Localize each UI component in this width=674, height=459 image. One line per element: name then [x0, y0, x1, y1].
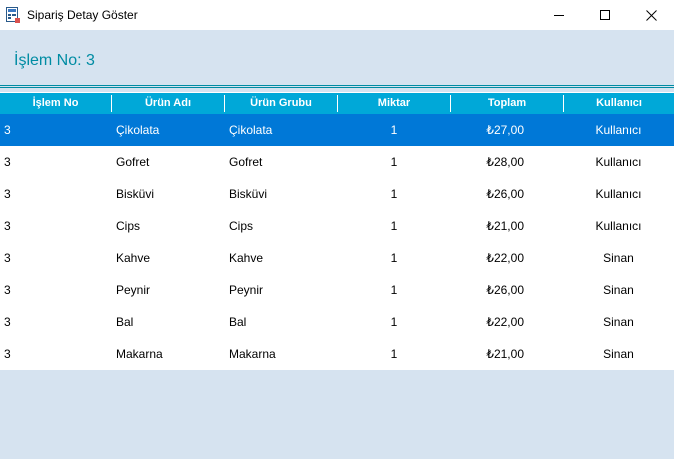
column-header-kullanici[interactable]: Kullanıcı	[564, 93, 674, 114]
title-bar: Sipariş Detay Göster	[0, 0, 674, 30]
cell-islem-no[interactable]: 3	[4, 274, 11, 306]
column-header-urun-grubu[interactable]: Ürün Grubu	[225, 93, 337, 114]
column-header-urun-adi[interactable]: Ürün Adı	[112, 93, 224, 114]
cell-kullanici[interactable]: Sinan	[563, 338, 674, 370]
maximize-button[interactable]	[582, 0, 628, 30]
cell-toplam[interactable]: ₺21,00	[450, 210, 524, 242]
cell-miktar[interactable]: 1	[338, 338, 450, 370]
form-icon	[6, 7, 20, 23]
cell-islem-no[interactable]: 3	[4, 210, 11, 242]
order-detail-grid[interactable]: İşlem No Ürün Adı Ürün Grubu Miktar Topl…	[0, 92, 674, 370]
divider-line	[0, 85, 674, 86]
cell-kullanici[interactable]: Sinan	[563, 306, 674, 338]
close-button[interactable]	[628, 0, 674, 30]
cell-miktar[interactable]: 1	[338, 242, 450, 274]
table-row[interactable]: 3 Bisküvi Bisküvi 1 ₺26,00 Kullanıcı	[0, 178, 674, 210]
table-row[interactable]: 3 Makarna Makarna 1 ₺21,00 Sinan	[0, 338, 674, 370]
table-row[interactable]: 3 Gofret Gofret 1 ₺28,00 Kullanıcı	[0, 146, 674, 178]
cell-urun-grubu[interactable]: Gofret	[229, 146, 262, 178]
column-header-islem-no[interactable]: İşlem No	[0, 93, 111, 114]
table-row[interactable]: 3 Peynir Peynir 1 ₺26,00 Sinan	[0, 274, 674, 306]
cell-urun-grubu[interactable]: Bal	[229, 306, 246, 338]
cell-miktar[interactable]: 1	[338, 306, 450, 338]
cell-urun-grubu[interactable]: Cips	[229, 210, 253, 242]
cell-islem-no[interactable]: 3	[4, 178, 11, 210]
cell-kullanici[interactable]: Kullanıcı	[563, 146, 674, 178]
cell-miktar[interactable]: 1	[338, 146, 450, 178]
cell-toplam[interactable]: ₺22,00	[450, 242, 524, 274]
close-icon	[645, 9, 657, 21]
cell-islem-no[interactable]: 3	[4, 114, 11, 146]
column-header-toplam[interactable]: Toplam	[451, 93, 563, 114]
cell-urun-adi[interactable]: Bal	[116, 306, 133, 338]
cell-miktar[interactable]: 1	[338, 210, 450, 242]
cell-urun-adi[interactable]: Peynir	[116, 274, 150, 306]
table-row[interactable]: 3 Cips Cips 1 ₺21,00 Kullanıcı	[0, 210, 674, 242]
divider-line	[0, 87, 674, 88]
cell-kullanici[interactable]: Kullanıcı	[563, 210, 674, 242]
table-row[interactable]: 3 Kahve Kahve 1 ₺22,00 Sinan	[0, 242, 674, 274]
maximize-icon	[600, 10, 610, 20]
cell-urun-adi[interactable]: Kahve	[116, 242, 150, 274]
table-row[interactable]: 3 Bal Bal 1 ₺22,00 Sinan	[0, 306, 674, 338]
cell-toplam[interactable]: ₺26,00	[450, 178, 524, 210]
cell-islem-no[interactable]: 3	[4, 146, 11, 178]
window-title: Sipariş Detay Göster	[27, 8, 138, 22]
cell-urun-grubu[interactable]: Bisküvi	[229, 178, 267, 210]
cell-urun-grubu[interactable]: Çikolata	[229, 114, 272, 146]
cell-urun-adi[interactable]: Bisküvi	[116, 178, 154, 210]
cell-toplam[interactable]: ₺28,00	[450, 146, 524, 178]
cell-islem-no[interactable]: 3	[4, 306, 11, 338]
cell-miktar[interactable]: 1	[338, 274, 450, 306]
cell-urun-grubu[interactable]: Kahve	[229, 242, 263, 274]
cell-kullanici[interactable]: Sinan	[563, 242, 674, 274]
cell-urun-grubu[interactable]: Makarna	[229, 338, 276, 370]
cell-miktar[interactable]: 1	[338, 178, 450, 210]
table-row[interactable]: 3 Çikolata Çikolata 1 ₺27,00 Kullanıcı	[0, 114, 674, 146]
form-body: İşlem No: 3 İşlem No Ürün Adı Ürün Grubu…	[0, 30, 674, 459]
minimize-icon	[554, 15, 564, 16]
grid-header: İşlem No Ürün Adı Ürün Grubu Miktar Topl…	[0, 92, 674, 114]
cell-urun-adi[interactable]: Makarna	[116, 338, 163, 370]
cell-kullanici[interactable]: Kullanıcı	[563, 114, 674, 146]
cell-urun-adi[interactable]: Çikolata	[116, 114, 159, 146]
cell-toplam[interactable]: ₺22,00	[450, 306, 524, 338]
cell-kullanici[interactable]: Sinan	[563, 274, 674, 306]
cell-urun-adi[interactable]: Cips	[116, 210, 140, 242]
cell-kullanici[interactable]: Kullanıcı	[563, 178, 674, 210]
column-header-miktar[interactable]: Miktar	[338, 93, 450, 114]
cell-miktar[interactable]: 1	[338, 114, 450, 146]
cell-urun-adi[interactable]: Gofret	[116, 146, 149, 178]
cell-urun-grubu[interactable]: Peynir	[229, 274, 263, 306]
cell-toplam[interactable]: ₺27,00	[450, 114, 524, 146]
islem-no-label: İşlem No: 3	[14, 52, 95, 69]
cell-toplam[interactable]: ₺26,00	[450, 274, 524, 306]
minimize-button[interactable]	[536, 0, 582, 30]
cell-toplam[interactable]: ₺21,00	[450, 338, 524, 370]
cell-islem-no[interactable]: 3	[4, 242, 11, 274]
cell-islem-no[interactable]: 3	[4, 338, 11, 370]
